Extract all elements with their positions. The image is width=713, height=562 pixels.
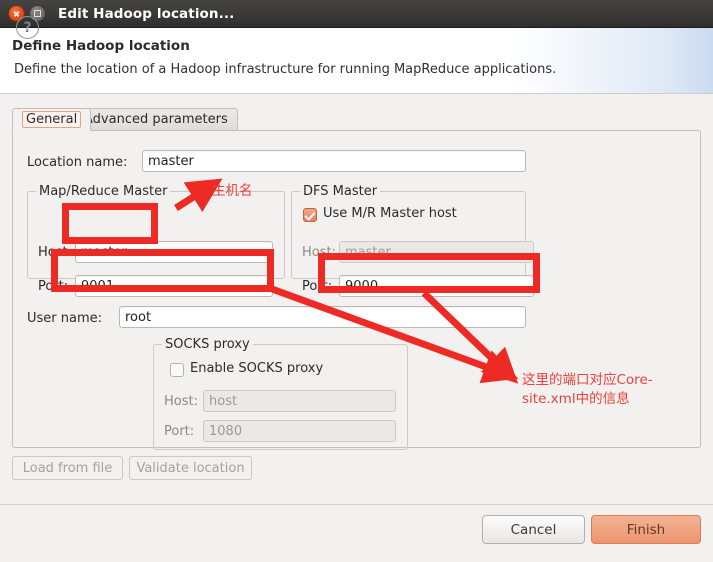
enable-socks-proxy-label: Enable SOCKS proxy [190,361,324,376]
edit-hadoop-location-dialog: Edit Hadoop location... Define Hadoop lo… [0,0,713,562]
mr-port-input[interactable]: 9001 [75,275,273,297]
user-name-label: User name: [27,311,103,326]
tab-general-label: General [22,111,82,128]
location-name-input[interactable]: master [142,150,526,172]
tab-general[interactable]: General [12,108,92,131]
socks-proxy-title: SOCKS proxy [162,337,253,352]
dfs-port-input[interactable]: 9000 [339,275,534,297]
socks-host-label: Host: [164,394,198,409]
annotation-port-note: 这里的端口对应Core-site.xml中的信息 [522,372,653,407]
dialog-header: Define Hadoop location Define the locati… [0,28,713,94]
dfs-master-title: DFS Master [300,184,381,199]
cancel-button[interactable]: Cancel [482,515,585,544]
finish-button[interactable]: Finish [591,515,701,544]
page-description: Define the location of a Hadoop infrastr… [14,62,557,77]
load-from-file-button[interactable]: Load from file [12,456,123,480]
map-reduce-master-group: Map/Reduce Master [27,184,285,279]
mr-host-label: Host: [38,245,72,260]
dfs-master-group: DFS Master [291,184,526,279]
page-title: Define Hadoop location [12,38,190,54]
tab-advanced-parameters-label: Advanced parameters [84,112,228,127]
socks-port-label: Port: [164,424,195,439]
dfs-host-label: Host: [302,245,336,260]
window-titlebar: Edit Hadoop location... [0,0,713,28]
use-mr-master-host-label: Use M/R Master host [323,206,457,221]
socks-host-input: host [203,390,396,412]
header-gradient-decoration [513,28,713,93]
socks-port-input: 1080 [203,420,396,442]
tab-advanced-parameters[interactable]: Advanced parameters [74,108,238,131]
window-title: Edit Hadoop location... [58,5,235,22]
location-name-label: Location name: [27,155,128,170]
mr-host-input[interactable]: master [75,241,273,263]
user-name-input[interactable]: root [119,306,526,328]
dfs-port-label: Port: [302,279,333,294]
validate-location-button[interactable]: Validate location [129,456,252,480]
tabstrip: General Advanced parameters [12,108,701,131]
map-reduce-master-title: Map/Reduce Master [36,184,171,199]
dialog-body: General Advanced parameters Location nam… [0,94,713,504]
help-icon[interactable]: ? [16,16,39,39]
enable-socks-proxy-checkbox[interactable] [170,363,184,377]
annotation-hostname-note: 主机名 [212,183,253,199]
mr-port-label: Port: [38,279,69,294]
dfs-host-input: master [339,241,534,263]
use-mr-master-host-checkbox[interactable] [303,208,317,222]
